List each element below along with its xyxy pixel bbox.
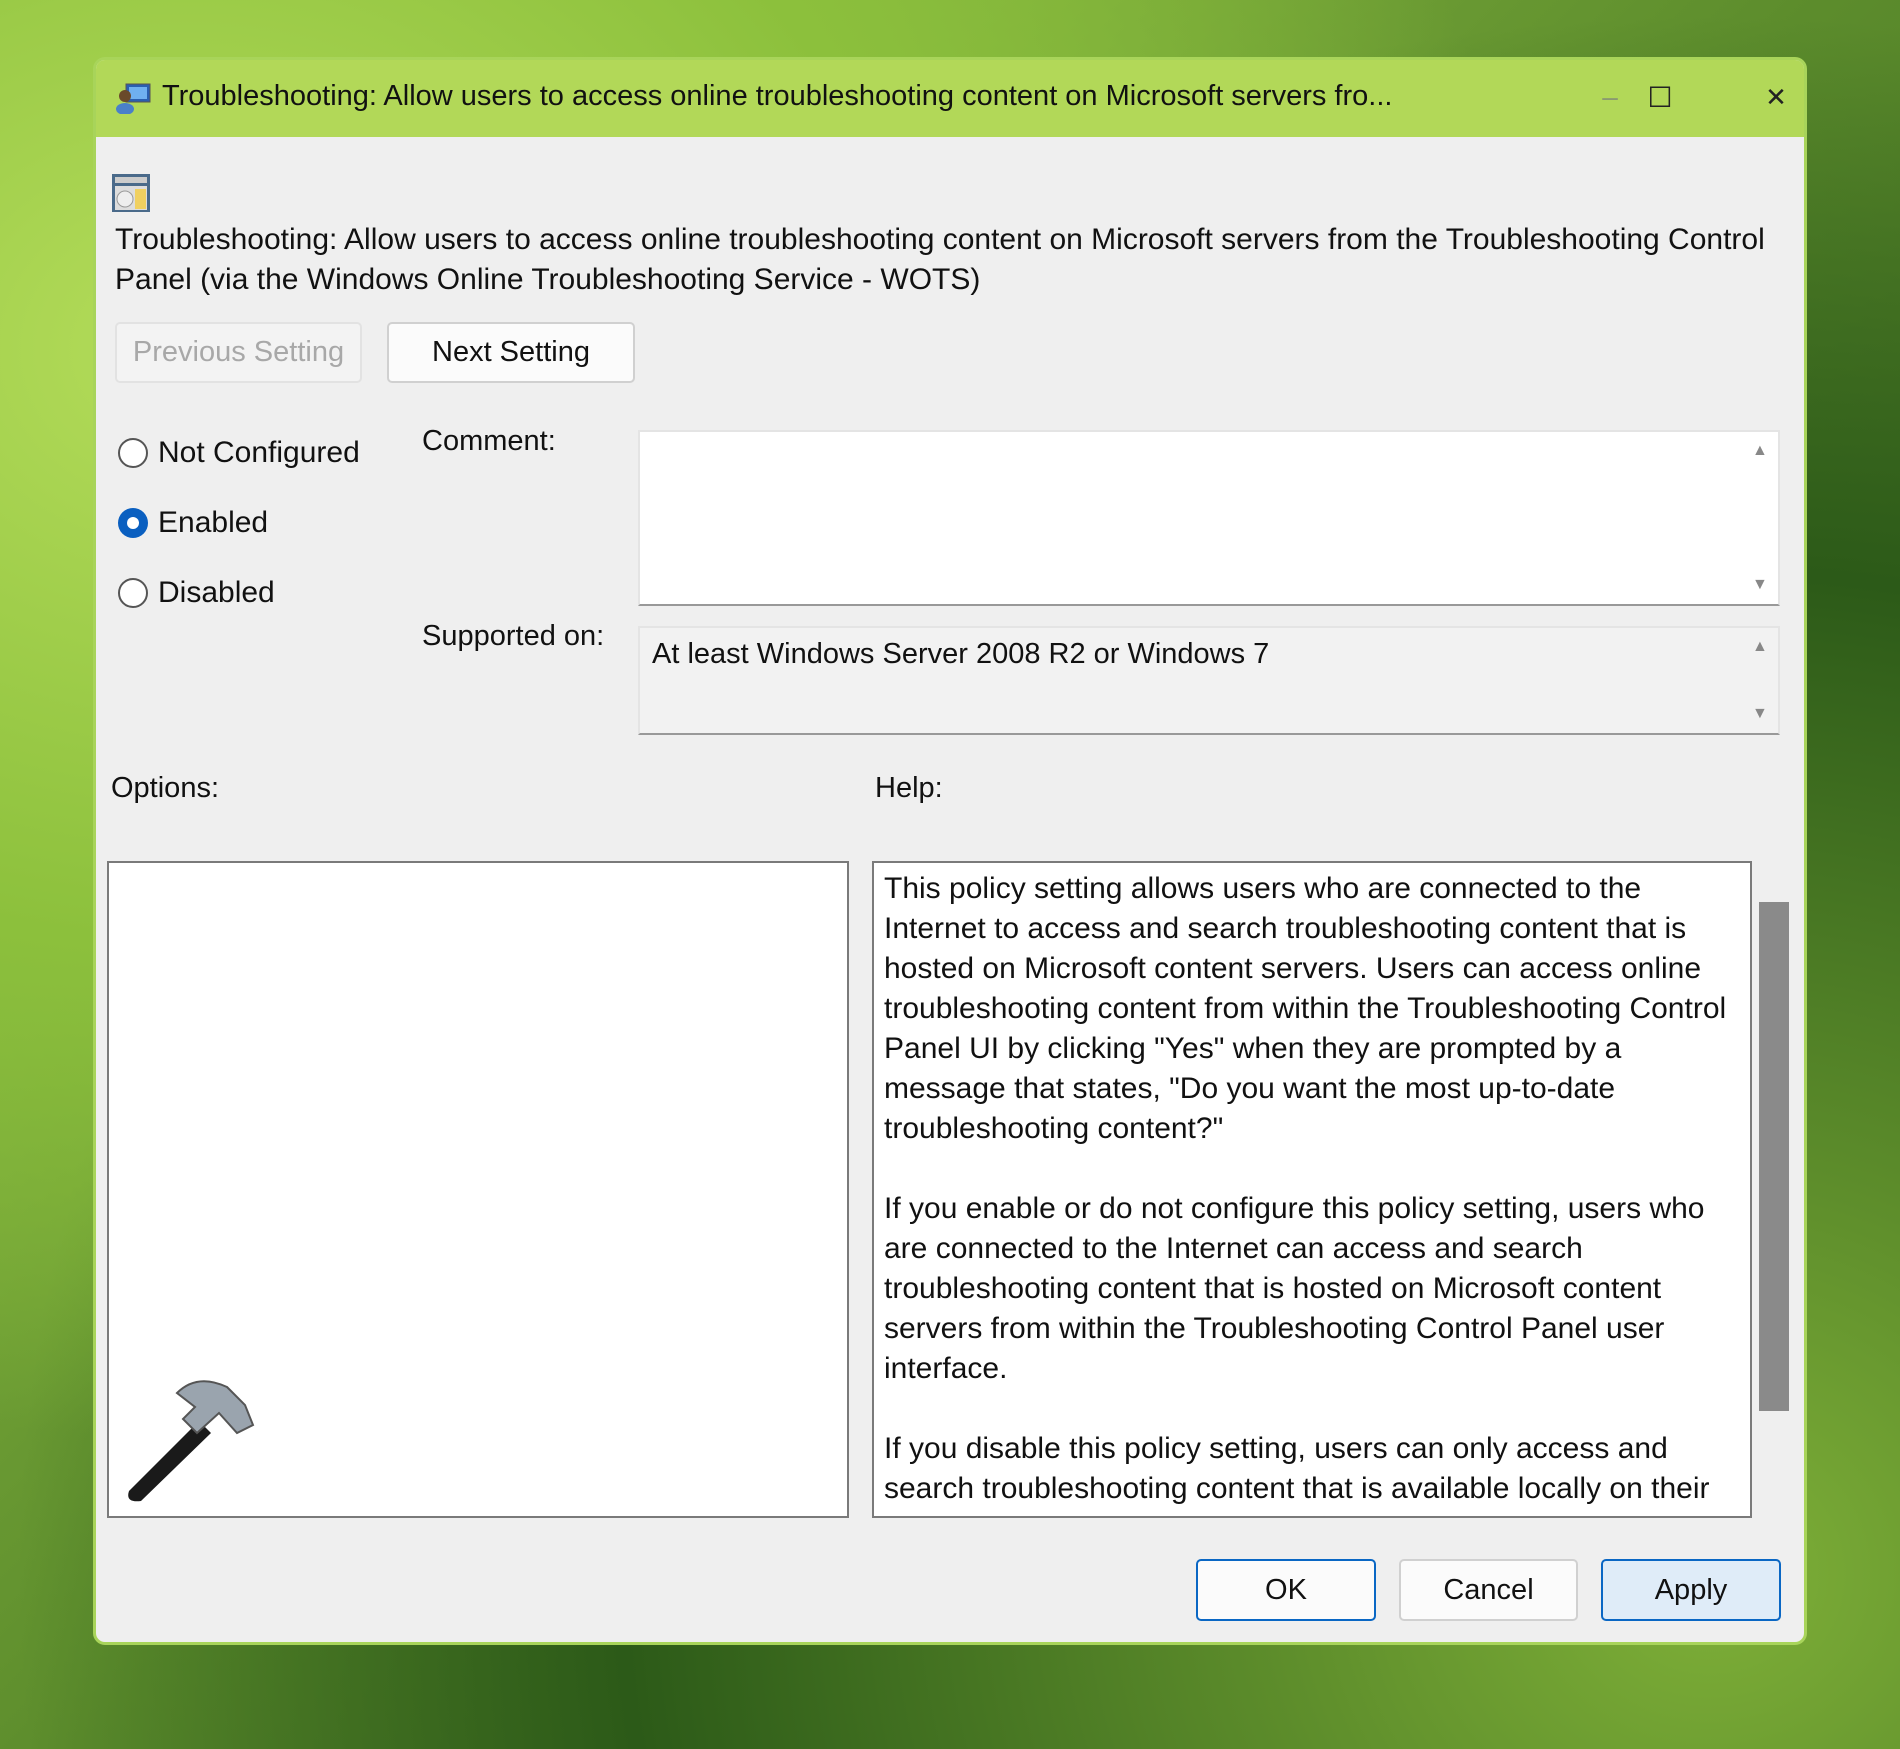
- help-paragraph: If you enable or do not configure this p…: [884, 1192, 1705, 1385]
- group-policy-app-icon: [116, 83, 151, 114]
- radio-circle-selected[interactable]: [118, 508, 148, 538]
- help-paragraph: If you disable this policy setting, user…: [884, 1432, 1721, 1516]
- radio-not-configured[interactable]: Not Configured: [118, 436, 360, 470]
- scroll-up-icon[interactable]: ▲: [1752, 442, 1768, 460]
- radio-circle[interactable]: [118, 578, 148, 608]
- comment-scrollbar[interactable]: ▲ ▼: [1742, 432, 1778, 604]
- supported-on-field: At least Windows Server 2008 R2 or Windo…: [638, 626, 1780, 735]
- scroll-down-icon[interactable]: ▼: [1752, 576, 1768, 594]
- scroll-down-icon[interactable]: ▼: [1752, 705, 1768, 723]
- supported-on-value: At least Windows Server 2008 R2 or Windo…: [652, 638, 1270, 670]
- radio-label: Enabled: [158, 506, 269, 539]
- close-button[interactable]: ✕: [1746, 74, 1804, 120]
- radio-label: Not Configured: [158, 436, 360, 469]
- hammer-logo-icon: [128, 1380, 255, 1502]
- comment-textarea[interactable]: ▲ ▼: [638, 430, 1780, 606]
- ok-button[interactable]: OK: [1196, 1559, 1376, 1621]
- help-panel: This policy setting allows users who are…: [872, 861, 1752, 1518]
- policy-setting-icon: [112, 174, 150, 212]
- help-scrollbar-thumb[interactable]: [1759, 902, 1789, 1411]
- policy-dialog: Troubleshooting: Allow users to access o…: [93, 57, 1807, 1645]
- radio-label: Disabled: [158, 576, 275, 609]
- previous-setting-button[interactable]: Previous Setting: [115, 322, 362, 383]
- help-label: Help:: [875, 772, 943, 804]
- supported-on-label: Supported on:: [422, 620, 605, 652]
- options-panel: [107, 861, 849, 1518]
- policy-heading: Troubleshooting: Allow users to access o…: [115, 223, 1765, 296]
- radio-circle[interactable]: [118, 438, 148, 468]
- window-title: Troubleshooting: Allow users to access o…: [162, 80, 1393, 112]
- title-bar[interactable]: Troubleshooting: Allow users to access o…: [96, 60, 1804, 137]
- cancel-button[interactable]: Cancel: [1399, 1559, 1578, 1621]
- maximize-button[interactable]: ☐: [1630, 74, 1690, 120]
- radio-enabled[interactable]: Enabled: [118, 506, 268, 540]
- apply-button[interactable]: Apply: [1601, 1559, 1781, 1621]
- help-paragraph: This policy setting allows users who are…: [884, 872, 1727, 1145]
- next-setting-button[interactable]: Next Setting: [387, 322, 635, 383]
- comment-label: Comment:: [422, 425, 556, 457]
- supported-scrollbar[interactable]: ▲ ▼: [1742, 628, 1778, 733]
- options-label: Options:: [111, 772, 219, 804]
- scroll-up-icon[interactable]: ▲: [1752, 638, 1768, 656]
- radio-disabled[interactable]: Disabled: [118, 576, 275, 610]
